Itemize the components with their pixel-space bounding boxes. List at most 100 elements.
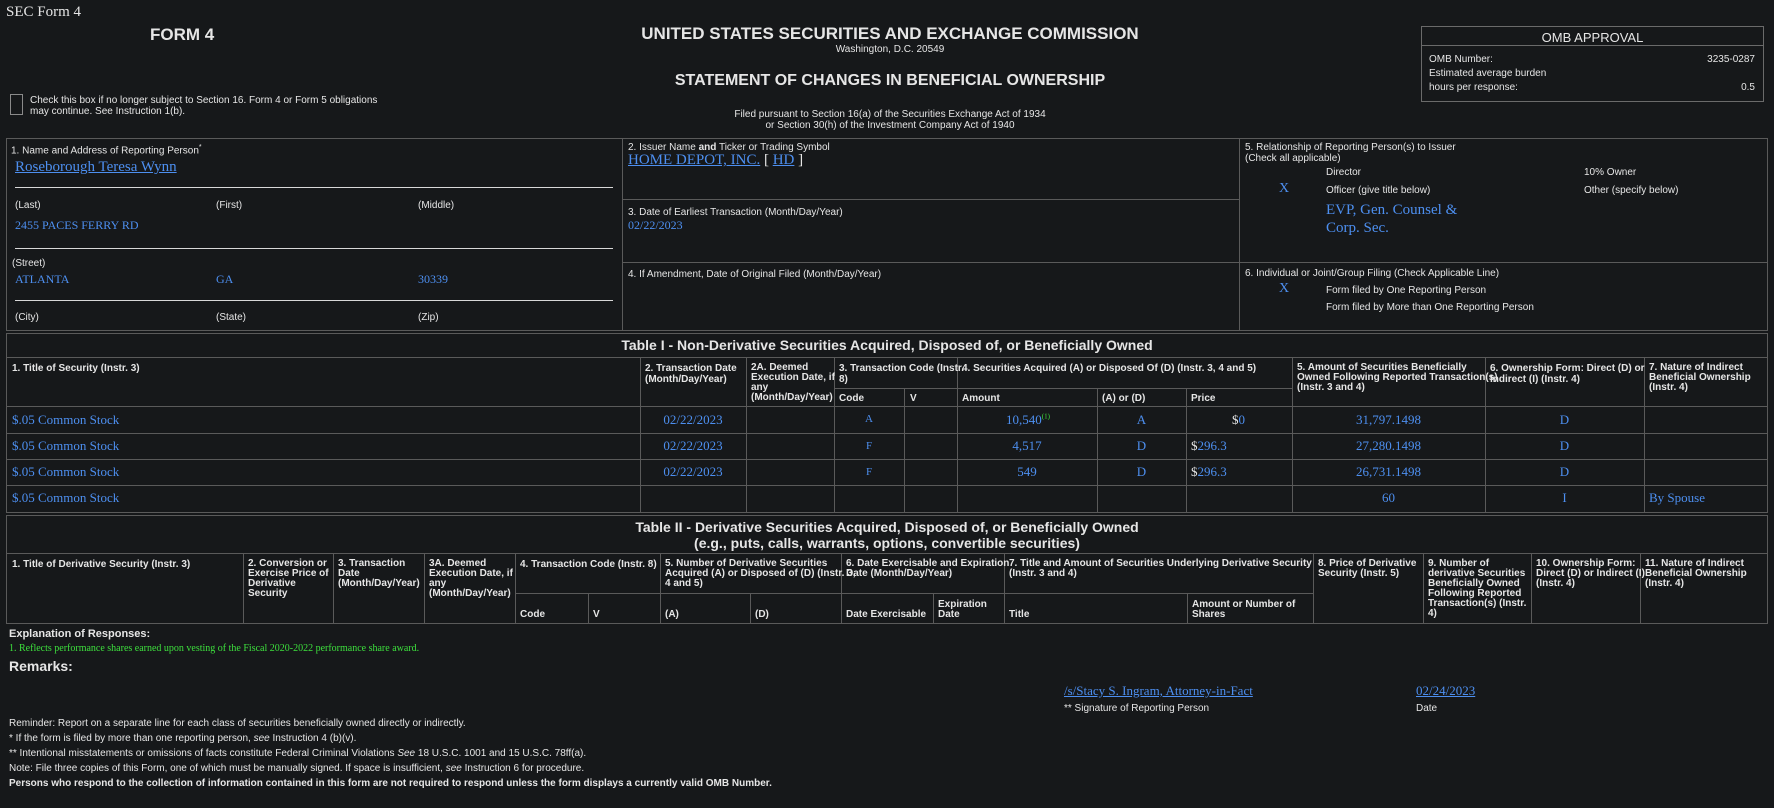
earliest-transaction-date: 02/22/2023 (628, 218, 683, 232)
t2-col1-header: 1. Title of Derivative Security (Instr. … (12, 559, 191, 570)
director-label: Director (1326, 167, 1362, 178)
agency-location: Washington, D.C. 20549 (835, 44, 945, 55)
zip-value: 30339 (418, 272, 448, 286)
t1-col7-header: 7. Nature of Indirect Beneficial Ownershi… (1649, 362, 1751, 393)
row2-price: $296.3 (1191, 438, 1227, 453)
ticker-link[interactable]: HD (773, 152, 795, 168)
street-label: (Street) (12, 258, 46, 269)
omb-number-value: 3235-0287 (1707, 54, 1755, 65)
table1-title: Table I - Non-Derivative Securities Acqu… (621, 337, 1153, 353)
omb-burden-value: 0.5 (1741, 82, 1755, 93)
box5-label: 5. Relationship of Reporting Person(s) t… (1245, 142, 1456, 164)
officer-label: Officer (give title below) (1326, 185, 1431, 196)
ten-pct-owner-label: 10% Owner (1584, 167, 1637, 178)
state-value: GA (216, 272, 234, 286)
t1-sub-aord: (A) or (D) (1102, 393, 1146, 404)
one-person-check-mark: X (1279, 281, 1290, 296)
row3-date: 02/22/2023 (663, 464, 723, 479)
section16-checkbox-label: Check this box if no longer subject to S… (30, 95, 378, 117)
row1-title: $.05 Common Stock (12, 412, 120, 427)
explanation-label: Explanation of Responses: (9, 628, 151, 640)
last-label: (Last) (15, 200, 41, 211)
note-copies: Note: File three copies of this Form, on… (9, 763, 585, 774)
box4-label: 4. If Amendment, Date of Original Filed … (628, 269, 882, 280)
t2-col5-header: 5. Number of Derivative Securities Acquir… (665, 558, 856, 589)
date-label: Date (1416, 703, 1438, 714)
row2-title: $.05 Common Stock (12, 438, 120, 453)
section16-checkbox[interactable] (10, 94, 23, 115)
state-label: (State) (216, 312, 247, 323)
t2-col11-header: 11. Nature of Indirect Beneficial Ownersh… (1645, 558, 1747, 589)
t2-col9-header: 9. Number of derivative Securities Benefic… (1428, 558, 1527, 619)
row2-date: 02/22/2023 (663, 438, 723, 453)
omb-title: OMB APPROVAL (1422, 27, 1763, 46)
t2-sub-amount: Amount or Number of Shares (1192, 599, 1296, 620)
row1-amount: 10,540(1) (1006, 412, 1050, 427)
t2-sub-v: V (593, 609, 600, 620)
officer-check-mark: X (1279, 181, 1290, 196)
t2-col6-header: 6. Date Exercisable and Expiration Date (… (846, 558, 1010, 579)
issuer-name-link[interactable]: HOME DEPOT, INC. (628, 152, 760, 168)
multiple-persons-label: Form filed by More than One Reporting Pe… (1326, 302, 1534, 313)
signature-link[interactable]: /s/Stacy S. Ingram, Attorney-in-Fact (1064, 683, 1253, 699)
sec-form-label: SEC Form 4 (6, 4, 82, 20)
reporting-person-name-link[interactable]: Roseborough Teresa Wynn (15, 159, 177, 176)
signature-date-link[interactable]: 02/24/2023 (1416, 683, 1475, 699)
t2-sub-title: Title (1009, 609, 1030, 620)
t1-sub-price: Price (1191, 393, 1216, 404)
row3-amount: 549 (1017, 464, 1037, 479)
row3-owned: 26,731.1498 (1356, 464, 1421, 479)
t2-sub-expiration: Expiration Date (938, 599, 987, 620)
t1-sub-v: V (910, 393, 917, 404)
statement-title: STATEMENT OF CHANGES IN BENEFICIAL OWNER… (674, 72, 1106, 89)
row1-form: D (1559, 412, 1570, 427)
row3-title: $.05 Common Stock (12, 464, 120, 479)
row1-price: $0 (1232, 412, 1245, 427)
t2-sub-exercisable: Date Exercisable (846, 609, 927, 620)
row3-aord: D (1136, 464, 1147, 479)
box1-label: 1. Name and Address of Reporting Person* (11, 144, 202, 157)
row2-owned: 27,280.1498 (1356, 438, 1421, 453)
t2-col3a-header: 3A. Deemed Execution Date, if any (Month/Da… (429, 558, 513, 599)
row2-form: D (1559, 438, 1570, 453)
row2-code: F (865, 440, 873, 452)
t2-col10-header: 10. Ownership Form: Direct (D) or Indirec… (1536, 558, 1645, 589)
omb-approval-box: OMB APPROVAL OMB Number: 3235-0287 Estim… (1421, 26, 1764, 102)
officer-title: EVP, Gen. Counsel & Corp. Sec. (1326, 202, 1458, 236)
one-person-label: Form filed by One Reporting Person (1326, 285, 1487, 296)
row4-form: I (1562, 490, 1567, 505)
row4-nature: By Spouse (1649, 490, 1705, 505)
note-multiple-persons: * If the form is filed by more than one … (9, 733, 357, 744)
t1-sub-amount: Amount (962, 393, 1000, 404)
t1-col4-header: 4. Securities Acquired (A) or Disposed O… (962, 363, 1257, 374)
row1-aord: A (1136, 412, 1147, 427)
row1-code: A (865, 413, 873, 425)
t1-col6-header: 6. Ownership Form: Direct (D) or Indirect… (1490, 363, 1645, 385)
t2-sub-a: (A) (665, 609, 679, 620)
row3-price: $296.3 (1191, 464, 1227, 479)
t2-sub-d: (D) (755, 609, 769, 620)
row1-owned: 31,797.1498 (1356, 412, 1421, 427)
city-label: (City) (15, 312, 39, 323)
row3-code: F (865, 466, 873, 478)
form-title: FORM 4 (150, 25, 215, 44)
city-value: ATLANTA (15, 272, 70, 286)
agency-title: UNITED STATES SECURITIES AND EXCHANGE CO… (641, 24, 1139, 43)
t1-col3-header: 3. Transaction Code (Instr. 8) (839, 363, 965, 385)
reminder-text: Reminder: Report on a separate line for … (9, 718, 466, 729)
box6-label: 6. Individual or Joint/Group Filing (Che… (1245, 268, 1500, 279)
t1-col2-header: 2. Transaction Date (Month/Day/Year) (645, 363, 737, 385)
signature-label: ** Signature of Reporting Person (1064, 703, 1210, 714)
zip-label: (Zip) (418, 312, 439, 323)
row2-amount: 4,517 (1012, 438, 1042, 453)
note-misstatements: ** Intentional misstatements or omission… (9, 748, 587, 759)
t1-sub-code: Code (839, 393, 864, 404)
row4-title: $.05 Common Stock (12, 490, 120, 505)
t1-col1-header: 1. Title of Security (Instr. 3) (12, 363, 140, 374)
middle-label: (Middle) (418, 200, 455, 211)
omb-burden-label-2: hours per response: (1429, 82, 1518, 93)
first-label: (First) (216, 200, 243, 211)
row1-date: 02/22/2023 (663, 412, 723, 427)
t2-col8-header: 8. Price of Derivative Security (Instr. 5… (1318, 558, 1417, 579)
t2-col2-header: 2. Conversion or Exercise Price of Derivat… (248, 558, 329, 599)
